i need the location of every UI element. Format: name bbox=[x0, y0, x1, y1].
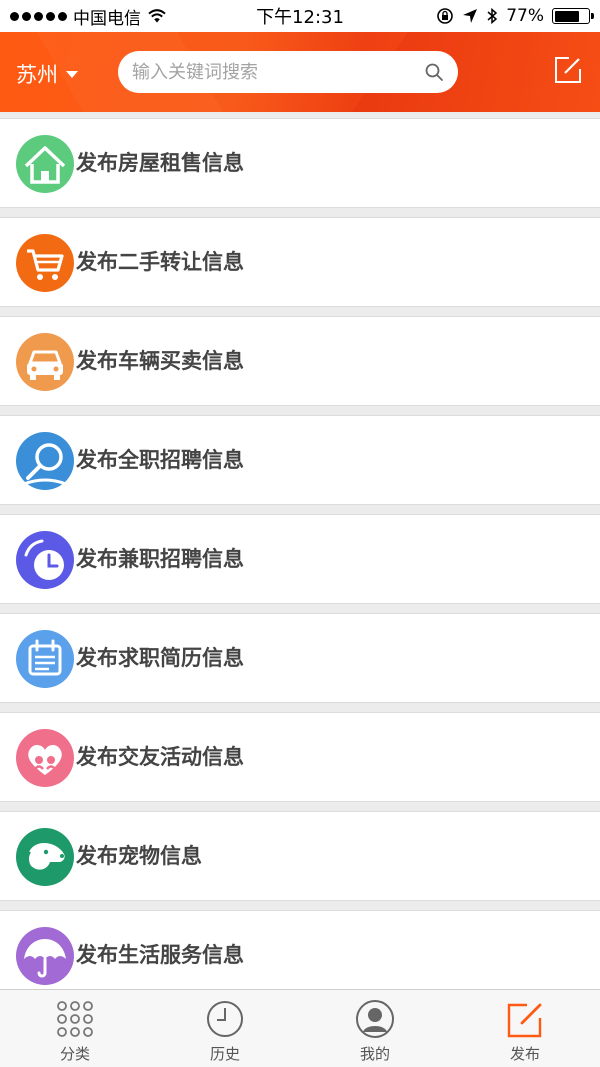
location-icon bbox=[463, 9, 478, 23]
calendar-icon bbox=[16, 630, 74, 688]
list-item-label: 发布生活服务信息 bbox=[76, 943, 244, 967]
list-item-label: 发布兼职招聘信息 bbox=[76, 547, 244, 571]
rotation-lock-icon bbox=[437, 8, 454, 24]
tab-label: 发布 bbox=[509, 1045, 540, 1063]
compose-icon bbox=[507, 1003, 542, 1038]
heart-icon bbox=[16, 729, 74, 787]
caret-down-icon bbox=[66, 70, 78, 78]
list-item-label: 发布车辆买卖信息 bbox=[76, 349, 244, 373]
city-label: 苏州 bbox=[16, 63, 58, 87]
list-item-label: 发布二手转让信息 bbox=[76, 250, 244, 274]
list-item-label: 发布交友活动信息 bbox=[76, 745, 244, 769]
tab-label: 我的 bbox=[359, 1045, 390, 1063]
tab-bar: 分类 历史 我的 发布 bbox=[0, 989, 600, 1067]
list-item-label: 发布求职简历信息 bbox=[76, 646, 244, 670]
status-bar: 中国电信 下午12:31 77% bbox=[0, 0, 600, 32]
compose-icon[interactable] bbox=[552, 54, 584, 86]
bluetooth-icon bbox=[487, 7, 498, 25]
battery-icon bbox=[552, 8, 594, 24]
list-item-house[interactable]: 发布房屋租售信息 bbox=[0, 118, 600, 208]
list-item-parttime-job[interactable]: 发布兼职招聘信息 bbox=[0, 514, 600, 604]
list-item-label: 发布房屋租售信息 bbox=[76, 151, 244, 175]
clock-icon bbox=[207, 1001, 243, 1037]
status-right: 77% bbox=[436, 0, 594, 32]
car-icon bbox=[16, 333, 74, 391]
search-icon[interactable] bbox=[424, 62, 444, 82]
tab-label: 分类 bbox=[59, 1045, 90, 1063]
list-item-label: 发布全职招聘信息 bbox=[76, 448, 244, 472]
clock-icon bbox=[16, 531, 74, 589]
search-input[interactable] bbox=[130, 60, 414, 84]
battery-percent: 77% bbox=[506, 6, 544, 26]
search-bar[interactable] bbox=[118, 51, 458, 93]
house-icon bbox=[16, 135, 74, 193]
list-item-secondhand[interactable]: 发布二手转让信息 bbox=[0, 217, 600, 307]
list-item-social[interactable]: 发布交友活动信息 bbox=[0, 712, 600, 802]
cart-icon bbox=[16, 234, 74, 292]
tab-history[interactable]: 历史 bbox=[150, 990, 300, 1067]
app-header: 苏州 bbox=[0, 32, 600, 112]
grid-icon bbox=[57, 1001, 93, 1037]
tab-category[interactable]: 分类 bbox=[0, 990, 150, 1067]
user-icon bbox=[356, 1000, 394, 1038]
list-item-life-service[interactable]: 发布生活服务信息 bbox=[0, 910, 600, 1000]
umbrella-icon bbox=[16, 927, 74, 985]
list-item-pet[interactable]: 发布宠物信息 bbox=[0, 811, 600, 901]
list-item-resume[interactable]: 发布求职简历信息 bbox=[0, 613, 600, 703]
list-item-fulltime-job[interactable]: 发布全职招聘信息 bbox=[0, 415, 600, 505]
magnifier-icon bbox=[16, 432, 74, 490]
dog-icon bbox=[16, 828, 74, 886]
list-item-label: 发布宠物信息 bbox=[76, 844, 202, 868]
tab-mine[interactable]: 我的 bbox=[300, 990, 450, 1067]
tab-label: 历史 bbox=[209, 1045, 240, 1063]
list-item-vehicle[interactable]: 发布车辆买卖信息 bbox=[0, 316, 600, 406]
tab-publish[interactable]: 发布 bbox=[450, 990, 600, 1067]
city-selector[interactable]: 苏州 bbox=[16, 59, 78, 89]
